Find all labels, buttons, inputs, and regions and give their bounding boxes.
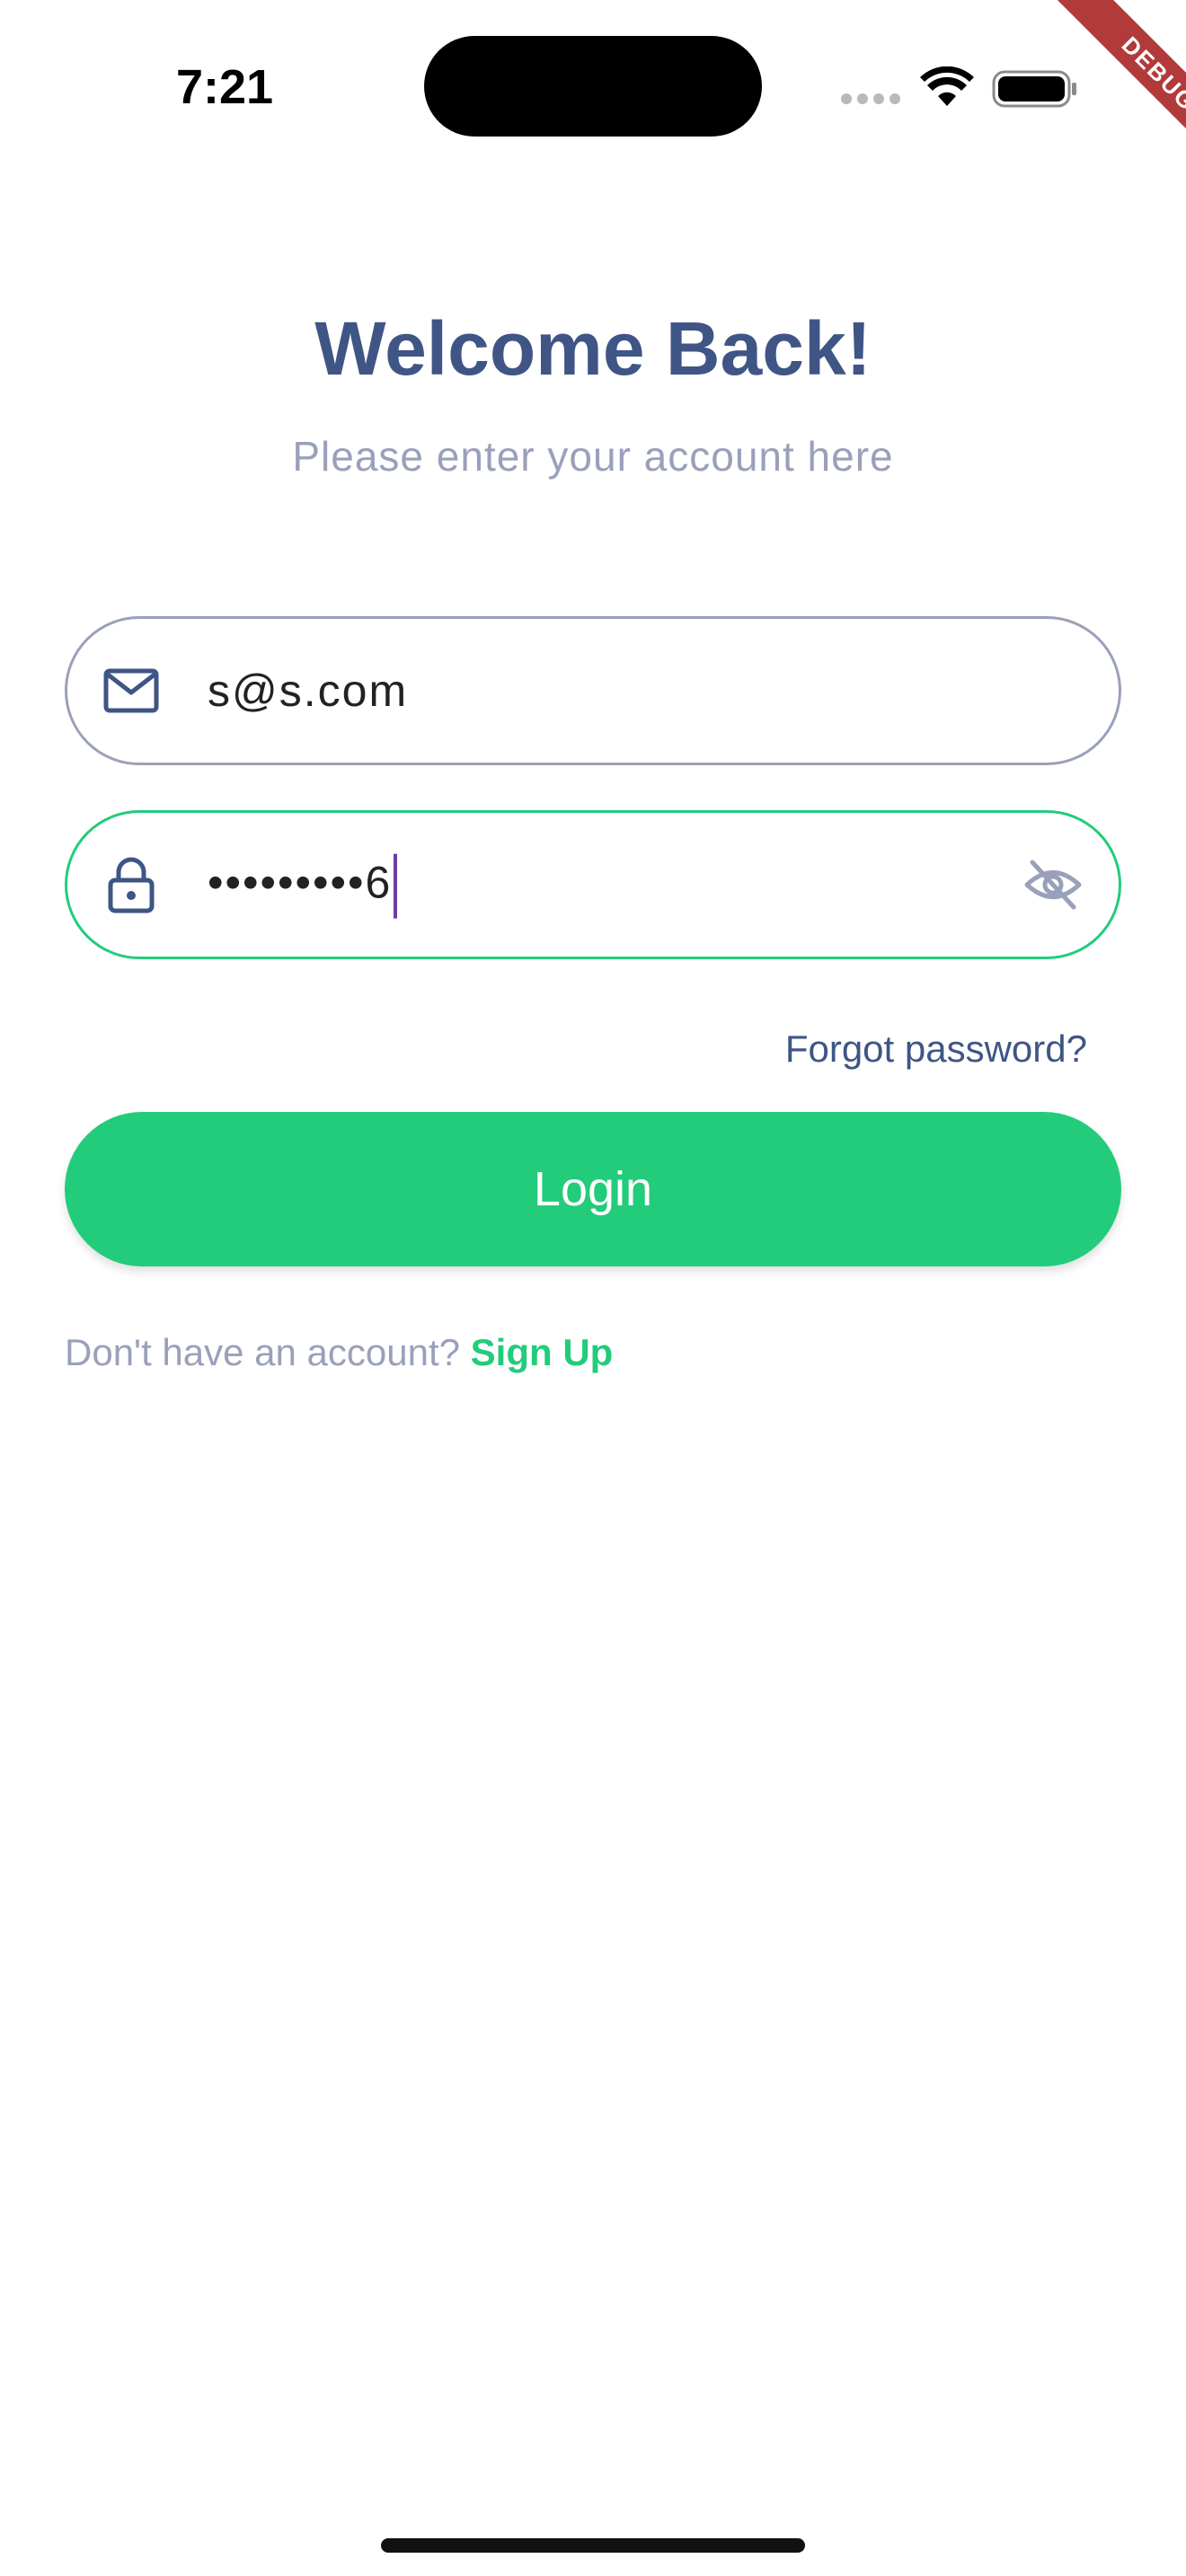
signup-prompt: Don't have an account? (65, 1331, 460, 1373)
page-subtitle: Please enter your account here (292, 433, 894, 480)
signup-row: Don't have an account? Sign Up (65, 1326, 873, 1380)
text-caret (394, 853, 398, 919)
forgot-password-link[interactable]: Forgot password? (683, 1022, 1087, 1076)
password-value: •••••••••6 (208, 857, 393, 908)
cellular-signal-icon (841, 93, 900, 104)
mail-icon (102, 661, 161, 720)
status-time: 7:21 (175, 60, 274, 114)
lock-icon (102, 855, 161, 914)
password-field[interactable]: •••••••••6 (65, 810, 1121, 959)
home-indicator[interactable] (381, 2538, 805, 2553)
login-button[interactable]: Login (65, 1112, 1121, 1266)
dynamic-island (424, 36, 762, 137)
battery-icon (992, 70, 1076, 108)
wifi-icon (920, 66, 974, 106)
email-field[interactable]: s@s.com (65, 616, 1121, 765)
eye-off-icon[interactable] (1022, 853, 1084, 916)
password-value-wrapper: •••••••••6 (208, 851, 398, 919)
page-title: Welcome Back! (314, 306, 872, 391)
email-value: s@s.com (208, 666, 409, 716)
signup-link[interactable]: Sign Up (471, 1331, 614, 1373)
